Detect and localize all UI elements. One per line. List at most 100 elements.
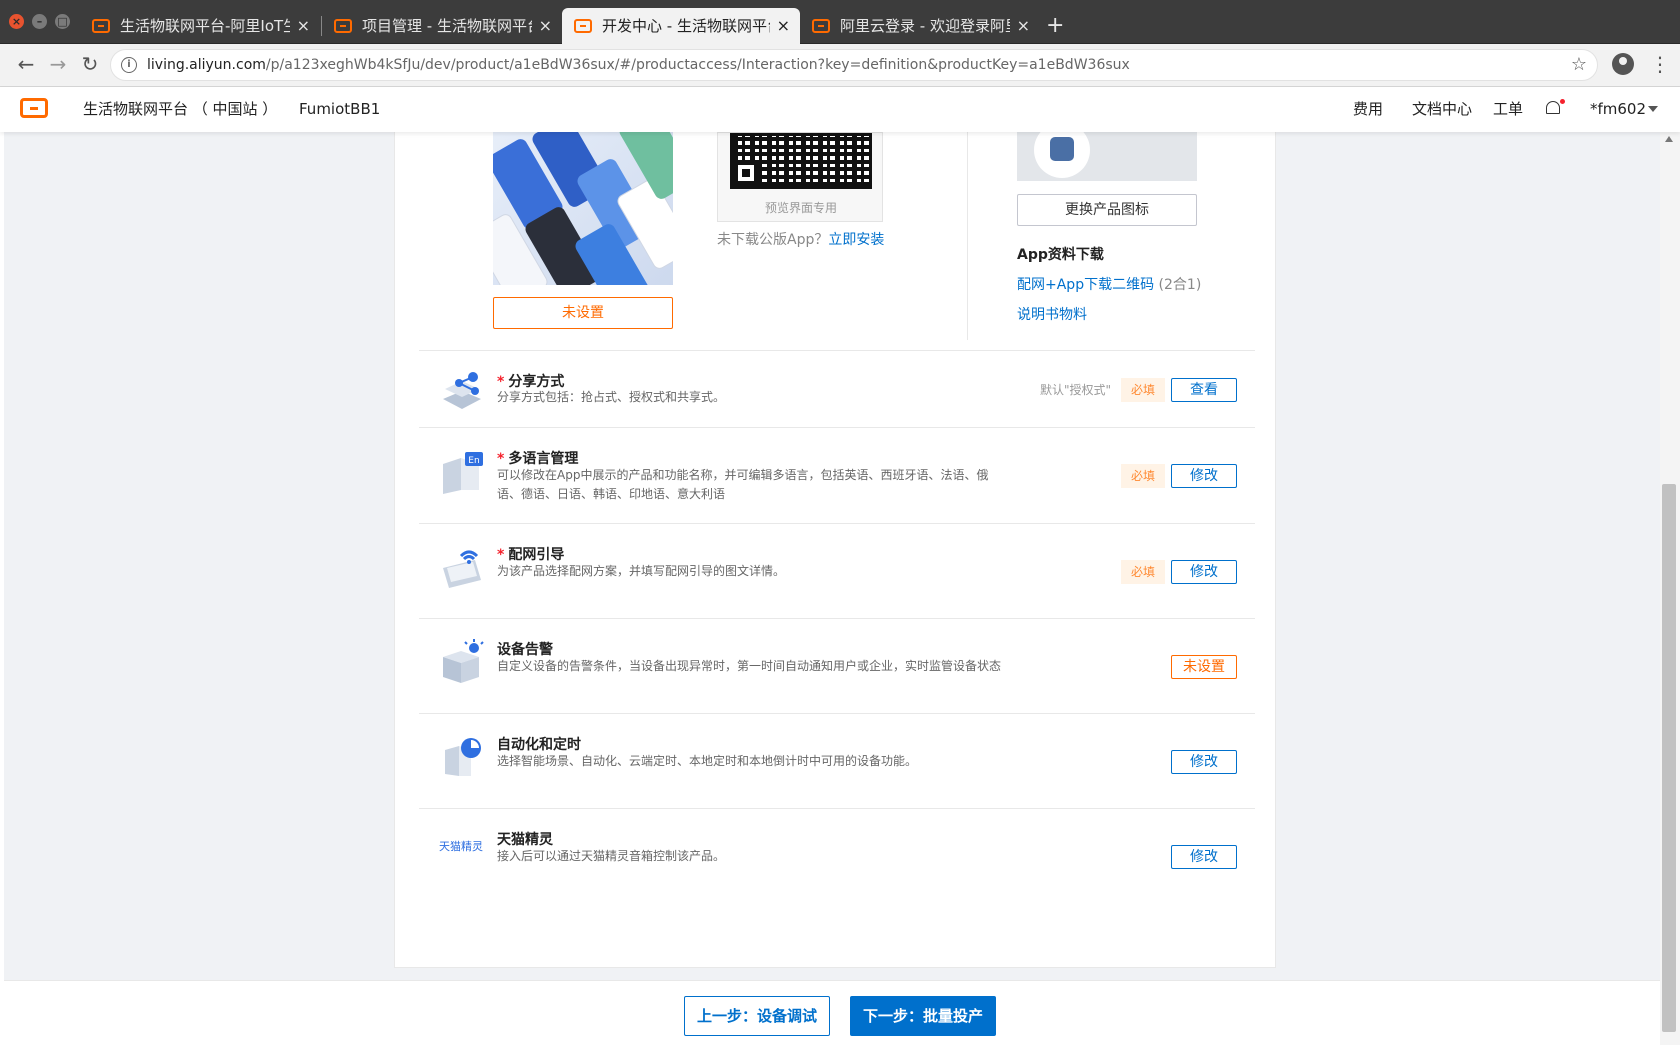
tab-title: 开发中心 - 生活物联网平台 <box>602 17 770 35</box>
config-row-tmall-genie: 天猫精灵 天猫精灵 接入后可以通过天猫精灵音箱控制该产品。 修改 <box>419 808 1255 903</box>
tab-close-icon[interactable]: × <box>777 8 790 44</box>
row-title: * 配网引导 <box>497 544 564 564</box>
tab-title: 生活物联网平台-阿里IoT生 <box>120 17 290 35</box>
edit-network-guide-button[interactable]: 修改 <box>1171 560 1237 584</box>
required-badge: 必填 <box>1121 560 1165 584</box>
previous-step-button[interactable]: 上一步：设备调试 <box>684 996 830 1036</box>
row-description: 接入后可以通过天猫精灵音箱控制该产品。 <box>497 849 726 863</box>
aliyun-favicon-icon <box>812 19 830 33</box>
edit-automation-button[interactable]: 修改 <box>1171 750 1237 774</box>
row-description: 可以修改在App中展示的产品和功能名称，并可编辑多语言，包括英语、西班牙语、法语… <box>497 468 989 501</box>
row-description: 分享方式包括：抢占式、授权式和共享式。 <box>497 390 726 404</box>
user-menu[interactable]: *fm602 <box>1590 87 1646 132</box>
forward-arrow-icon[interactable]: → <box>44 50 72 78</box>
edit-tmall-genie-button[interactable]: 修改 <box>1171 845 1237 869</box>
required-badge: 必填 <box>1121 378 1165 402</box>
nav-tickets[interactable]: 工单 <box>1493 87 1523 132</box>
config-row-sharing: * 分享方式 分享方式包括：抢占式、授权式和共享式。 默认"授权式" 必填 查看 <box>419 350 1255 427</box>
device-alarm-unset-button[interactable]: 未设置 <box>1171 655 1237 679</box>
row-description: 选择智能场景、自动化、云端定时、本地定时和本地倒计时中可用的设备功能。 <box>497 754 918 768</box>
default-hint: 默认"授权式" <box>1039 383 1111 397</box>
scroll-up-arrow-icon[interactable] <box>1665 136 1673 142</box>
tab-title: 阿里云登录 - 欢迎登录阿里 <box>840 17 1010 35</box>
install-now-link[interactable]: 立即安装 <box>828 232 884 248</box>
url-path: /p/a123xeghWb4kSfJu/dev/product/a1eBdW36… <box>265 57 1130 73</box>
no-install-text: 未下载公版App？ <box>717 232 829 248</box>
browser-menu-icon[interactable]: ⋮ <box>1650 50 1670 78</box>
nav-docs[interactable]: 文档中心 <box>1412 87 1472 132</box>
required-badge: 必填 <box>1121 464 1165 488</box>
wifi-laptop-icon <box>443 550 481 588</box>
tab-close-icon[interactable]: × <box>297 8 310 44</box>
page-scrollbar[interactable] <box>1660 132 1680 1045</box>
required-star: * <box>497 451 505 467</box>
platform-switcher[interactable]: 生活物联网平台 （ 中国站 ） <box>83 87 277 132</box>
product-icon-preview <box>1017 132 1197 181</box>
address-bar[interactable]: i living.aliyun.com/p/a123xeghWb4kSfJu/d… <box>110 49 1598 81</box>
tab-close-icon[interactable]: × <box>539 8 552 44</box>
row-title-text: 配网引导 <box>508 547 565 563</box>
change-product-icon-button[interactable]: 更换产品图标 <box>1017 194 1197 226</box>
qr-caption: 预览界面专用 <box>764 201 837 215</box>
account-avatar-icon[interactable] <box>1612 53 1634 75</box>
row-title: 设备告警 <box>497 642 553 658</box>
chevron-down-icon[interactable] <box>1648 106 1658 112</box>
window-maximize-icon[interactable]: □ <box>55 14 70 29</box>
required-star: * <box>497 547 505 563</box>
browser-tab[interactable]: 生活物联网平台-阿里IoT生 × <box>80 8 320 44</box>
scrollbar-thumb[interactable] <box>1662 484 1676 1032</box>
app-download-title: App资料下载 <box>1017 247 1104 263</box>
interaction-config-card: 未设置 预览界面专用 未下载公版App？立即安装 更换产品图标 App资料下载 … <box>394 132 1276 968</box>
row-title-text: 多语言管理 <box>508 451 579 467</box>
aliyun-logo-icon[interactable] <box>20 98 48 118</box>
manual-materials-link[interactable]: 说明书物料 <box>1017 304 1087 324</box>
back-arrow-icon[interactable]: ← <box>12 50 40 78</box>
browser-tab[interactable]: 项目管理 - 生活物联网平台 × <box>322 8 562 44</box>
window-minimize-icon[interactable]: – <box>32 14 47 29</box>
project-name[interactable]: FumiotBB1 <box>299 87 380 132</box>
aliyun-favicon-icon <box>92 19 110 33</box>
window-close-icon[interactable]: × <box>9 14 24 29</box>
view-sharing-button[interactable]: 查看 <box>1171 378 1237 402</box>
row-title: 自动化和定时 <box>497 737 581 753</box>
app-install-hint: 未下载公版App？立即安装 <box>717 229 884 249</box>
row-description: 为该产品选择配网方案，并填写配网引导的图文详情。 <box>497 564 786 578</box>
site-info-icon[interactable]: i <box>121 57 137 73</box>
app-preview-image <box>493 132 673 285</box>
new-tab-button[interactable]: + <box>1046 8 1064 44</box>
config-row-network-guide: * 配网引导 为该产品选择配网方案，并填写配网引导的图文详情。 必填 修改 <box>419 523 1255 618</box>
alarm-icon <box>443 639 484 683</box>
config-row-device-alarm: 设备告警 自定义设备的告警条件，当设备出现异常时，第一时间自动通知用户或企业，实… <box>419 618 1255 713</box>
preview-qr-code <box>730 133 872 189</box>
network-app-qr-link[interactable]: 配网+App下载二维码 (2合1) <box>1017 274 1201 294</box>
aliyun-favicon-icon <box>574 19 592 33</box>
nav-billing[interactable]: 费用 <box>1353 87 1383 132</box>
browser-toolbar: ← → ↻ i living.aliyun.com/p/a123xeghWb4k… <box>0 44 1680 87</box>
row-title: * 多语言管理 <box>497 448 578 468</box>
qr-link-suffix: (2合1) <box>1154 277 1202 293</box>
browser-tab-active[interactable]: 开发中心 - 生活物联网平台 × <box>562 8 800 44</box>
browser-tab[interactable]: 阿里云登录 - 欢迎登录阿里 × <box>800 8 1040 44</box>
tab-title: 项目管理 - 生活物联网平台 <box>362 17 532 35</box>
config-row-multilanguage: En * 多语言管理 可以修改在App中展示的产品和功能名称，并可编辑多语言，包括… <box>419 427 1255 523</box>
edit-multilanguage-button[interactable]: 修改 <box>1171 464 1237 488</box>
config-row-automation: 自动化和定时 选择智能场景、自动化、云端定时、本地定时和本地倒计时中可用的设备功… <box>419 713 1255 808</box>
section-divider <box>967 132 968 340</box>
reload-icon[interactable]: ↻ <box>76 50 104 78</box>
qr-link-text[interactable]: 配网+App下载二维码 <box>1017 277 1154 293</box>
row-title: 天猫精灵 <box>497 832 553 848</box>
aliyun-favicon-icon <box>334 19 352 33</box>
browser-tab-strip: × – □ 生活物联网平台-阿里IoT生 × 项目管理 - 生活物联网平台 × … <box>0 0 1680 44</box>
preview-qr-panel: 预览界面专用 <box>717 132 883 222</box>
notification-bell-icon[interactable] <box>1546 99 1565 117</box>
app-header: 生活物联网平台 （ 中国站 ） FumiotBB1 费用 文档中心 工单 *fm… <box>0 87 1680 132</box>
language-icon: En <box>443 452 483 494</box>
app-template-unset-button[interactable]: 未设置 <box>493 297 673 329</box>
tab-close-icon[interactable]: × <box>1017 8 1030 44</box>
next-step-button[interactable]: 下一步：批量投产 <box>850 996 996 1036</box>
bookmark-star-icon[interactable]: ☆ <box>1571 50 1587 80</box>
automation-timer-icon <box>445 738 481 776</box>
row-description: 自定义设备的告警条件，当设备出现异常时，第一时间自动通知用户或企业，实时监管设备… <box>497 659 1002 673</box>
url-text[interactable]: living.aliyun.com/p/a123xeghWb4kSfJu/dev… <box>147 50 1130 80</box>
tmall-genie-logo-icon: 天猫精灵 <box>439 840 483 853</box>
